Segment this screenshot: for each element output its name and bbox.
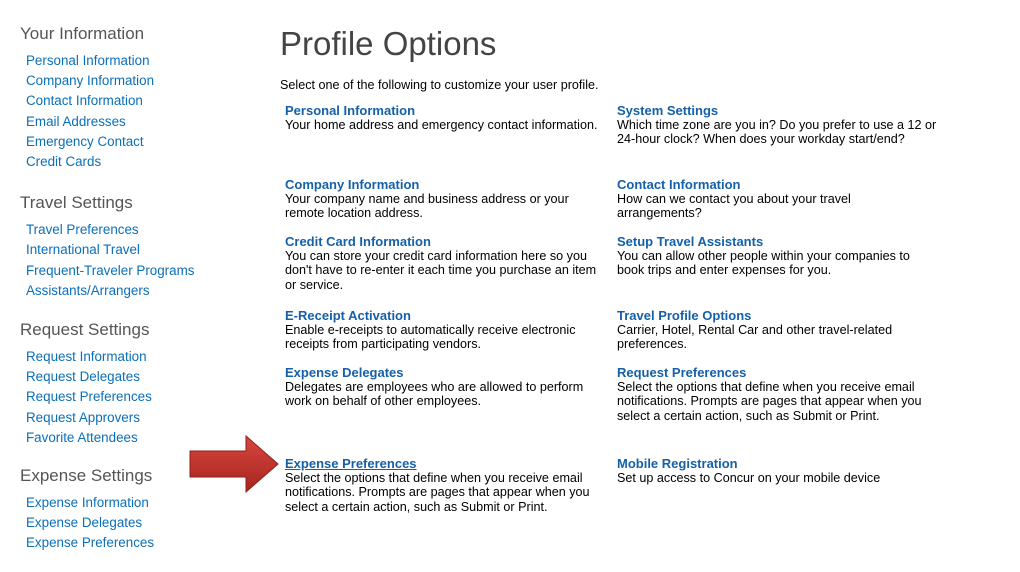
sidebar-item-contact-information[interactable]: Contact Information xyxy=(20,91,250,111)
sidebar-item-assistants-arrangers[interactable]: Assistants/Arrangers xyxy=(20,281,250,301)
sidebar-heading: Your Information xyxy=(20,24,145,43)
pointer-arrow-icon xyxy=(189,434,279,494)
sidebar-section-travel-settings: Travel Settings Travel Preferences Inter… xyxy=(20,193,250,301)
option-mobile-registration: Mobile Registration Set up access to Con… xyxy=(617,457,937,486)
sidebar-heading: Travel Settings xyxy=(20,193,133,213)
option-e-receipt-activation: E-Receipt Activation Enable e-receipts t… xyxy=(285,309,605,352)
option-title-link[interactable]: Credit Card Information xyxy=(285,235,605,249)
option-company-information: Company Information Your company name an… xyxy=(285,178,605,221)
option-title-link[interactable]: Setup Travel Assistants xyxy=(617,235,937,249)
sidebar-item-expense-information[interactable]: Expense Information xyxy=(20,493,250,513)
option-request-preferences: Request Preferences Select the options t… xyxy=(617,366,937,423)
option-title-link[interactable]: Request Preferences xyxy=(617,366,937,380)
option-system-settings: System Settings Which time zone are you … xyxy=(617,104,937,147)
sidebar-section-request-settings: Request Settings Request Information Req… xyxy=(20,320,250,448)
option-title-link[interactable]: Expense Delegates xyxy=(285,366,605,380)
option-description: Which time zone are you in? Do you prefe… xyxy=(617,118,937,147)
option-title-link[interactable]: E-Receipt Activation xyxy=(285,309,605,323)
option-description: Enable e-receipts to automatically recei… xyxy=(285,323,576,352)
option-title-link[interactable]: Company Information xyxy=(285,178,605,192)
sidebar-item-international-travel[interactable]: International Travel xyxy=(20,240,250,260)
sidebar-item-frequent-traveler-programs[interactable]: Frequent-Traveler Programs xyxy=(20,261,250,281)
option-description: You can allow other people within your c… xyxy=(617,249,910,278)
sidebar-item-company-information[interactable]: Company Information xyxy=(20,71,250,91)
option-description: Your company name and business address o… xyxy=(285,192,569,221)
sidebar-item-request-delegates[interactable]: Request Delegates xyxy=(20,367,250,387)
option-description: You can store your credit card informati… xyxy=(285,249,597,292)
main-content: Profile Options xyxy=(280,24,1000,64)
option-description: Select the options that define when you … xyxy=(617,380,922,423)
option-title-link[interactable]: Mobile Registration xyxy=(617,457,937,471)
sidebar-heading: Request Settings xyxy=(20,320,150,340)
option-travel-profile-options: Travel Profile Options Carrier, Hotel, R… xyxy=(617,309,937,352)
sidebar-item-credit-cards[interactable]: Credit Cards xyxy=(20,152,250,172)
sidebar-item-travel-preferences[interactable]: Travel Preferences xyxy=(20,220,250,240)
option-title-link[interactable]: System Settings xyxy=(617,104,937,118)
sidebar-item-expense-delegates[interactable]: Expense Delegates xyxy=(20,513,250,533)
intro-text: Select one of the following to customize… xyxy=(280,78,599,92)
option-expense-delegates: Expense Delegates Delegates are employee… xyxy=(285,366,605,409)
sidebar-item-request-information[interactable]: Request Information xyxy=(20,347,250,367)
option-credit-card-information: Credit Card Information You can store yo… xyxy=(285,235,605,292)
option-personal-information: Personal Information Your home address a… xyxy=(285,104,605,133)
sidebar-item-personal-information[interactable]: Personal Information xyxy=(20,51,250,71)
option-description: Carrier, Hotel, Rental Car and other tra… xyxy=(617,323,893,352)
sidebar-section-your-information: Your Information Personal Information Co… xyxy=(20,24,250,172)
option-title-link[interactable]: Travel Profile Options xyxy=(617,309,937,323)
option-title-link[interactable]: Expense Preferences xyxy=(285,457,605,471)
option-title-link[interactable]: Contact Information xyxy=(617,178,937,192)
option-description: Delegates are employees who are allowed … xyxy=(285,380,584,409)
option-contact-information: Contact Information How can we contact y… xyxy=(617,178,937,221)
option-description: Set up access to Concur on your mobile d… xyxy=(617,471,881,485)
sidebar-item-email-addresses[interactable]: Email Addresses xyxy=(20,112,250,132)
option-description: How can we contact you about your travel… xyxy=(617,192,851,221)
option-description: Your home address and emergency contact … xyxy=(285,118,598,132)
page-title: Profile Options xyxy=(280,25,497,62)
option-description: Select the options that define when you … xyxy=(285,471,590,514)
option-title-link[interactable]: Personal Information xyxy=(285,104,605,118)
sidebar-item-emergency-contact[interactable]: Emergency Contact xyxy=(20,132,250,152)
option-expense-preferences: Expense Preferences Select the options t… xyxy=(285,457,605,514)
sidebar-item-request-preferences[interactable]: Request Preferences xyxy=(20,387,250,407)
sidebar-item-request-approvers[interactable]: Request Approvers xyxy=(20,408,250,428)
option-setup-travel-assistants: Setup Travel Assistants You can allow ot… xyxy=(617,235,937,278)
